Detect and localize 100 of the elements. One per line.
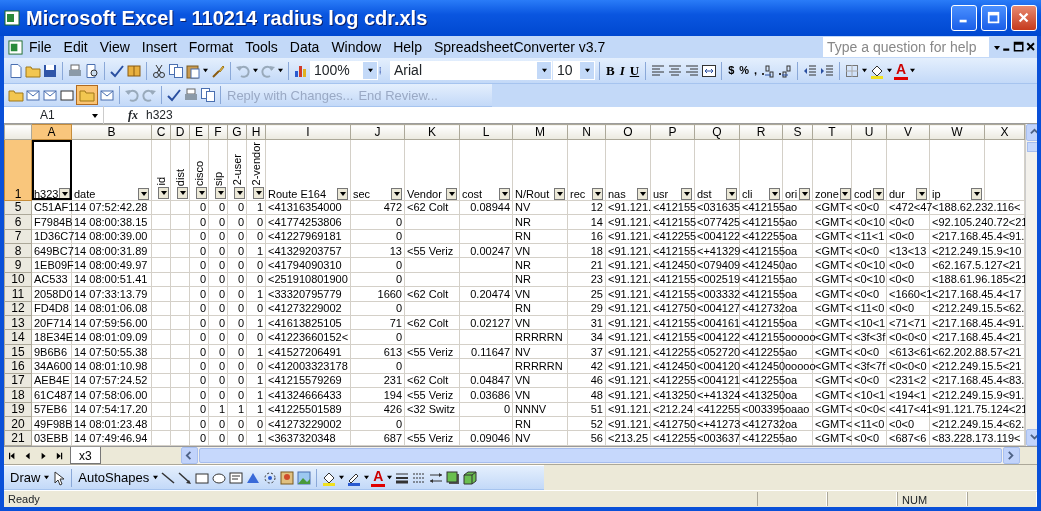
menu-item[interactable]: File [23, 36, 58, 58]
column-header[interactable]: K [404, 124, 460, 140]
caret-icon[interactable] [886, 68, 894, 73]
filter-dropdown-button[interactable] [177, 186, 188, 199]
filter-dropdown-button[interactable] [799, 187, 810, 200]
dropdown-caret-icon[interactable] [540, 68, 548, 73]
filter-dropdown-button[interactable] [726, 187, 737, 200]
chevron-right-icon[interactable] [1007, 451, 1016, 460]
caret-icon[interactable] [277, 68, 284, 73]
scrollbar-thumb[interactable] [198, 448, 1002, 463]
increase-indent-icon[interactable] [819, 62, 836, 79]
percent-button[interactable]: % [737, 64, 752, 77]
column-header[interactable]: L [459, 124, 513, 140]
filter-dropdown-button[interactable] [637, 187, 648, 200]
filter-dropdown-button[interactable] [196, 186, 207, 199]
formula-value[interactable]: h323 [146, 106, 173, 124]
clip-art-icon[interactable] [279, 469, 296, 486]
menu-item[interactable]: Data [283, 36, 326, 58]
row-header[interactable]: 1 [4, 139, 32, 201]
dropdown-caret-icon[interactable] [91, 112, 99, 119]
book-icon[interactable] [126, 62, 142, 79]
caret-icon[interactable] [386, 475, 394, 480]
column-header[interactable]: R [739, 124, 783, 140]
print-preview-icon[interactable] [84, 62, 100, 79]
filter-dropdown-button[interactable] [916, 187, 927, 200]
filter-dropdown-button[interactable] [839, 187, 851, 200]
autoshapes-menu-button[interactable]: AutoShapes [76, 470, 152, 485]
filter-dropdown-button[interactable] [215, 186, 226, 199]
caret-icon[interactable] [202, 68, 209, 73]
increase-decimal-icon[interactable] [760, 62, 777, 79]
font-color-button[interactable]: A [894, 61, 909, 80]
column-header[interactable]: B [71, 124, 152, 140]
minimize-button[interactable] [951, 5, 977, 31]
column-header[interactable]: S [782, 124, 813, 140]
caret-icon[interactable] [363, 475, 371, 480]
column-header[interactable]: X [984, 124, 1025, 140]
dropdown-caret-icon[interactable] [366, 68, 374, 73]
caret-icon[interactable] [338, 475, 346, 480]
decrease-indent-icon[interactable] [802, 62, 819, 79]
copy-icon[interactable] [200, 87, 216, 103]
filter-dropdown-button[interactable] [873, 187, 884, 200]
filter-dropdown-button[interactable] [769, 187, 780, 200]
image-icon[interactable] [296, 469, 313, 486]
draw-menu-button[interactable]: Draw [8, 470, 43, 485]
underline-button[interactable]: U [627, 63, 642, 78]
column-header[interactable]: W [929, 124, 985, 140]
scrollbar-thumb[interactable] [1027, 142, 1037, 152]
bold-button[interactable]: B [604, 63, 617, 78]
menu-item[interactable]: Window [325, 36, 388, 58]
filter-dropdown-button[interactable] [158, 186, 169, 199]
3d-cube-icon[interactable] [462, 469, 479, 486]
filter-dropdown-button[interactable] [681, 187, 692, 200]
document-icon[interactable] [8, 39, 23, 55]
line-icon[interactable] [160, 469, 177, 486]
tab-scroll-icon[interactable] [56, 451, 64, 460]
sheet-tab[interactable]: x3 [70, 447, 101, 464]
check-icon[interactable] [166, 87, 182, 103]
comma-button[interactable]: , [752, 64, 760, 77]
column-header[interactable]: I [265, 124, 351, 140]
filter-dropdown-button[interactable] [253, 186, 264, 199]
italic-button[interactable]: I [617, 63, 627, 78]
decrease-decimal-icon[interactable] [777, 62, 794, 79]
column-header[interactable]: V [886, 124, 930, 140]
merge-cells-icon[interactable] [701, 62, 718, 79]
workbook-restore-icon[interactable] [1013, 41, 1025, 53]
filter-dropdown-button[interactable] [446, 187, 457, 200]
caret-icon[interactable] [43, 475, 51, 480]
caret-icon[interactable] [252, 68, 259, 73]
zoom-dropdown[interactable]: 100% [310, 61, 378, 80]
filter-dropdown-button[interactable] [337, 187, 348, 200]
borders-icon[interactable] [844, 62, 861, 79]
scroll-right-button[interactable] [1003, 447, 1020, 464]
menu-item[interactable]: Help [387, 36, 428, 58]
text-box-icon[interactable] [228, 469, 245, 486]
dropdown-caret-icon[interactable] [993, 44, 1001, 51]
menu-item[interactable]: SpreadsheetConverter v3.7 [428, 36, 612, 58]
workbook-close-icon[interactable] [1025, 41, 1037, 53]
font-dropdown[interactable]: Arial [390, 61, 552, 80]
tab-scroll-icon[interactable] [8, 451, 16, 460]
currency-button[interactable]: $ [726, 64, 737, 77]
filter-dropdown-button[interactable] [391, 187, 402, 200]
column-header[interactable]: U [851, 124, 887, 140]
highlighted-toolbar-button[interactable] [76, 85, 98, 105]
align-center-icon[interactable] [667, 62, 684, 79]
menu-item[interactable]: View [93, 36, 136, 58]
filter-dropdown-button[interactable] [234, 186, 245, 199]
menu-item[interactable]: Tools [239, 36, 284, 58]
envelope-icon[interactable] [99, 87, 115, 103]
caret-icon[interactable] [861, 68, 869, 73]
column-header[interactable]: N [567, 124, 606, 140]
envelope-icon[interactable] [42, 87, 58, 103]
help-search-field[interactable]: Type a question for help [823, 37, 989, 57]
column-header[interactable]: P [650, 124, 695, 140]
filter-dropdown-button[interactable] [138, 187, 149, 200]
filter-dropdown-button[interactable] [554, 187, 565, 200]
caret-icon[interactable] [909, 68, 917, 73]
column-header[interactable]: A [31, 124, 72, 140]
maximize-icon[interactable] [987, 11, 1001, 25]
column-header[interactable]: M [512, 124, 568, 140]
font-size-dropdown[interactable]: 10 [553, 61, 595, 80]
